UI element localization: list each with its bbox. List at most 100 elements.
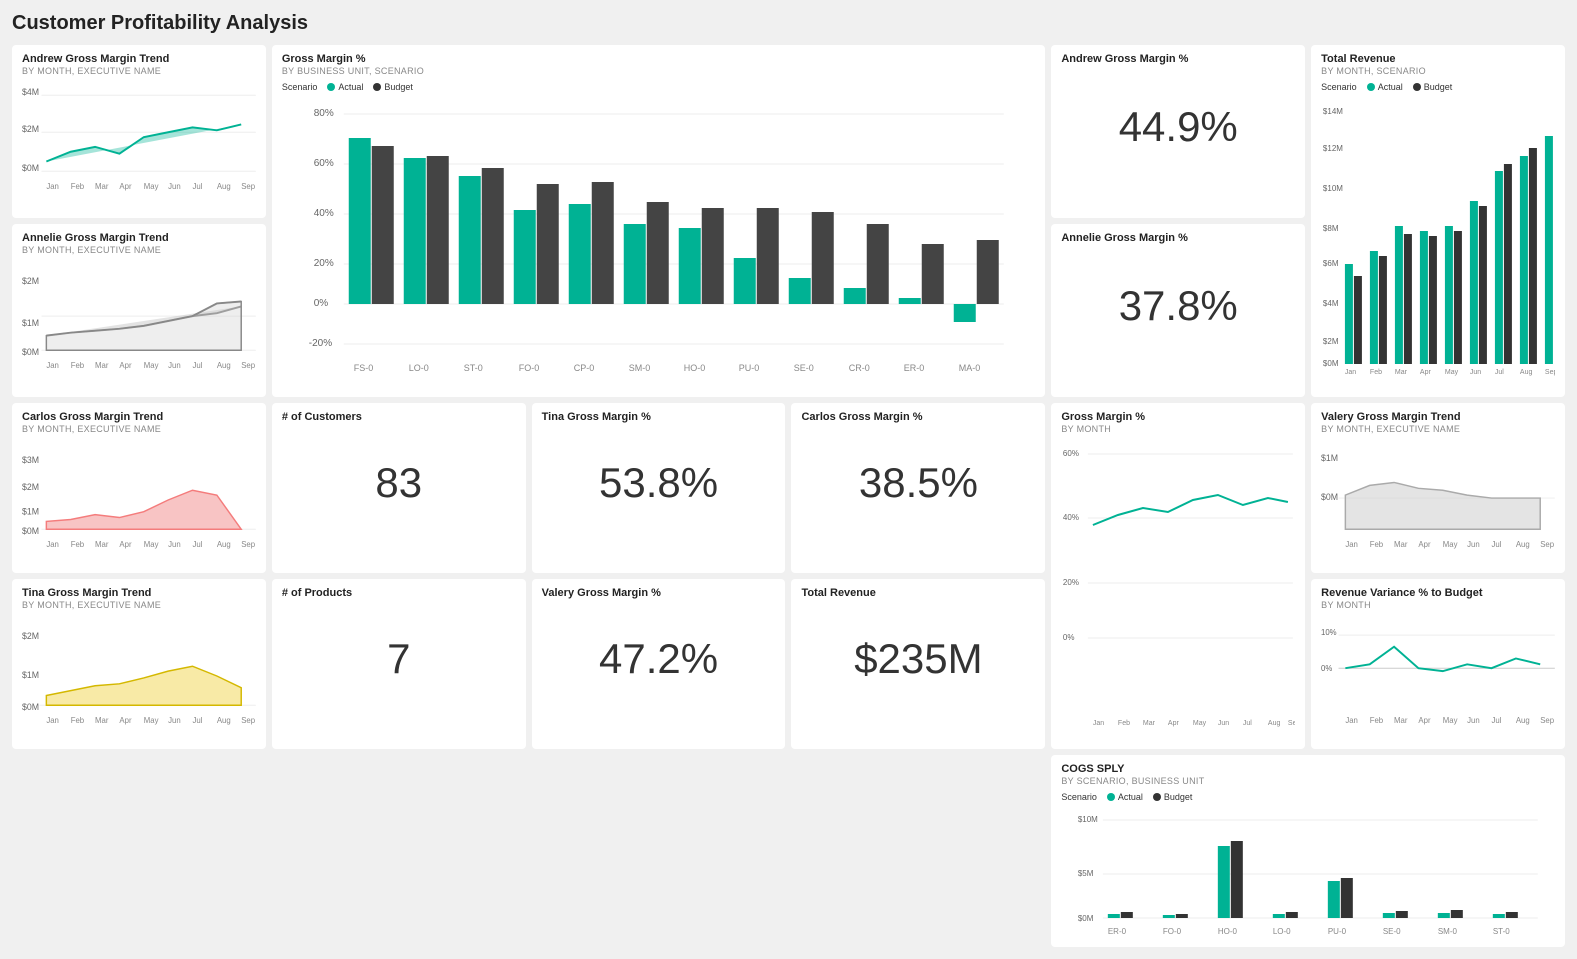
budget-dot	[373, 83, 381, 91]
rev-variance-subtitle: BY MONTH	[1321, 600, 1555, 610]
andrew-trend-subtitle: BY MONTH, EXECUTIVE NAME	[22, 66, 256, 76]
svg-text:Jul: Jul	[192, 361, 202, 370]
svg-text:$0M: $0M	[22, 347, 39, 357]
svg-text:SM-0: SM-0	[1438, 927, 1458, 936]
svg-text:Aug: Aug	[217, 182, 231, 191]
svg-text:Jul: Jul	[192, 540, 202, 549]
svg-text:$10M: $10M	[1323, 184, 1343, 193]
valery-trend-chart: $1M $0M Jan Feb Mar Apr May Jun Jul Aug …	[1321, 440, 1555, 560]
rev-variance-title: Revenue Variance % to Budget	[1321, 587, 1555, 599]
tina-gm-pct-card: Tina Gross Margin % 53.8%	[532, 403, 786, 573]
svg-text:-20%: -20%	[309, 338, 332, 349]
total-rev-chart-title: Total Revenue	[1321, 53, 1555, 65]
svg-text:$2M: $2M	[22, 124, 39, 134]
total-rev-month-title: Gross Margin %	[1061, 411, 1295, 423]
andrew-trend-chart: $4M $2M $0M Jan Feb Mar Apr May Jun Jul …	[22, 82, 256, 202]
svg-text:$12M: $12M	[1323, 144, 1343, 153]
svg-text:Jan: Jan	[1093, 720, 1104, 727]
annelie-gm-pct-value: 37.8%	[1061, 245, 1295, 366]
svg-text:Jun: Jun	[1218, 720, 1229, 727]
svg-text:Jul: Jul	[192, 716, 202, 725]
total-revenue-chart-card: Total Revenue BY MONTH, SCENARIO Scenari…	[1311, 45, 1565, 397]
valery-trend-subtitle: BY MONTH, EXECUTIVE NAME	[1321, 424, 1555, 434]
svg-text:Feb: Feb	[1370, 369, 1382, 376]
svg-text:Jun: Jun	[168, 716, 181, 725]
svg-text:$4M: $4M	[1323, 299, 1339, 308]
carlos-trend-subtitle: BY MONTH, EXECUTIVE NAME	[22, 424, 256, 434]
gm-pct-title: Gross Margin %	[282, 53, 1036, 65]
svg-text:$1M: $1M	[22, 670, 39, 680]
bar-fs0-budget	[372, 146, 394, 304]
svg-text:20%: 20%	[1063, 578, 1079, 587]
svg-text:FS-0: FS-0	[354, 363, 374, 373]
svg-text:Apr: Apr	[119, 361, 132, 370]
svg-text:Jan: Jan	[1346, 716, 1359, 725]
cogs-actual-legend: Actual	[1107, 792, 1143, 802]
svg-text:LO-0: LO-0	[409, 363, 429, 373]
svg-text:May: May	[144, 182, 159, 191]
svg-text:Jun: Jun	[168, 361, 181, 370]
svg-text:CP-0: CP-0	[574, 363, 595, 373]
carlos-gm-pct-title: Carlos Gross Margin %	[801, 411, 1035, 423]
svg-text:$1M: $1M	[22, 507, 39, 517]
svg-text:Apr: Apr	[1419, 716, 1432, 725]
svg-text:Mar: Mar	[95, 182, 109, 191]
svg-text:$5M: $5M	[1078, 869, 1094, 878]
svg-text:Jul: Jul	[1243, 720, 1252, 727]
annelie-trend-chart: $2M $1M $0M Jan Feb Mar Apr May Jun Jul …	[22, 261, 256, 381]
cogs-actual-dot	[1107, 793, 1115, 801]
total-rev-budget-legend: Budget	[1413, 82, 1453, 92]
svg-text:Aug: Aug	[1520, 369, 1533, 376]
carlos-gm-pct-value: 38.5%	[801, 424, 1035, 542]
svg-text:May: May	[1443, 540, 1458, 549]
svg-text:60%: 60%	[1063, 449, 1079, 458]
svg-text:SE-0: SE-0	[794, 363, 814, 373]
svg-text:$2M: $2M	[22, 482, 39, 492]
total-rev-month-subtitle: BY MONTH	[1061, 424, 1295, 434]
svg-text:Aug: Aug	[217, 361, 231, 370]
num-products-card: # of Products 7	[272, 579, 526, 749]
svg-text:Sep: Sep	[1540, 540, 1554, 549]
svg-text:ST-0: ST-0	[1493, 927, 1510, 936]
svg-text:Aug: Aug	[217, 716, 231, 725]
svg-text:May: May	[144, 361, 159, 370]
svg-text:Jan: Jan	[1345, 369, 1356, 376]
valery-gm-pct-title: Valery Gross Margin %	[542, 587, 776, 599]
svg-text:$0M: $0M	[1323, 359, 1339, 368]
svg-text:FO-0: FO-0	[519, 363, 540, 373]
svg-text:Apr: Apr	[1419, 540, 1432, 549]
svg-text:$0M: $0M	[22, 702, 39, 712]
cogs-scenario-label: Scenario	[1061, 792, 1097, 802]
valery-trend-card: Valery Gross Margin Trend BY MONTH, EXEC…	[1311, 403, 1565, 573]
svg-text:$2M: $2M	[22, 631, 39, 641]
legend-actual: Actual	[327, 82, 363, 92]
svg-text:Mar: Mar	[95, 361, 109, 370]
svg-text:Jul: Jul	[1492, 540, 1502, 549]
svg-text:Jan: Jan	[46, 182, 59, 191]
svg-text:Jul: Jul	[1492, 716, 1502, 725]
num-customers-value: 83	[282, 424, 516, 542]
total-revenue-month-card: Gross Margin % BY MONTH 60% 40% 20% 0% J…	[1051, 403, 1305, 749]
annelie-gm-pct-title: Annelie Gross Margin %	[1061, 232, 1295, 244]
svg-text:Aug: Aug	[1516, 540, 1530, 549]
total-rev-num-value: $235M	[801, 600, 1035, 718]
annelie-gm-pct-card: Annelie Gross Margin % 37.8%	[1051, 224, 1305, 397]
svg-text:$3M: $3M	[22, 455, 39, 465]
svg-text:SM-0: SM-0	[629, 363, 651, 373]
svg-text:Jan: Jan	[46, 361, 59, 370]
num-products-title: # of Products	[282, 587, 516, 599]
svg-text:Apr: Apr	[119, 540, 132, 549]
tina-trend-card: Tina Gross Margin Trend BY MONTH, EXECUT…	[12, 579, 266, 749]
total-rev-scenario-label: Scenario	[1321, 82, 1357, 92]
svg-text:0%: 0%	[314, 298, 329, 309]
svg-text:SE-0: SE-0	[1383, 927, 1401, 936]
tina-trend-chart: $2M $1M $0M Jan Feb Mar Apr May Jun Jul …	[22, 616, 256, 736]
revenue-variance-card: Revenue Variance % to Budget BY MONTH 10…	[1311, 579, 1565, 749]
svg-text:Sep: Sep	[241, 540, 255, 549]
svg-text:May: May	[144, 540, 159, 549]
actual-dot	[327, 83, 335, 91]
bar-fs0-actual	[349, 138, 371, 304]
svg-text:$0M: $0M	[22, 526, 39, 536]
svg-text:Feb: Feb	[1370, 540, 1383, 549]
svg-text:Jan: Jan	[46, 716, 59, 725]
